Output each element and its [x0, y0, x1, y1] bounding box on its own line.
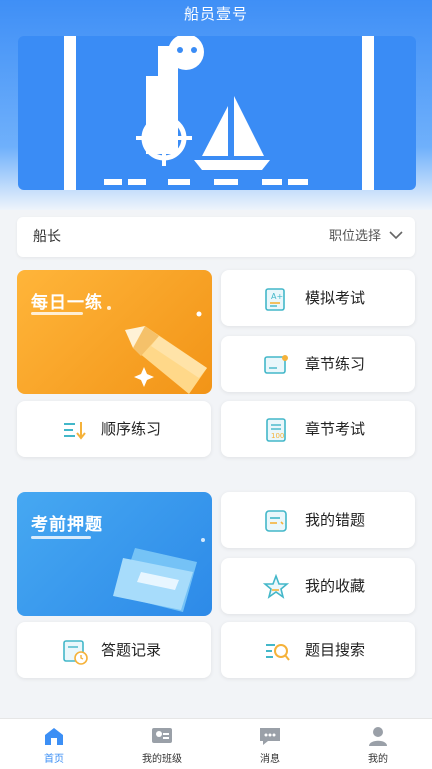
record-clock-icon	[63, 640, 88, 665]
answer-record-button[interactable]: 答题记录	[17, 622, 211, 678]
my-favorites-label: 我的收藏	[305, 577, 366, 595]
sequential-practice-label: 顺序练习	[101, 420, 162, 438]
svg-text:A+: A+	[271, 292, 283, 301]
tab-profile[interactable]: 我的	[324, 719, 432, 769]
tab-my-class-label: 我的班级	[142, 754, 182, 765]
position-select-label: 职位选择	[328, 229, 381, 244]
prediction-card[interactable]: 考前押题	[17, 492, 212, 616]
pencil-illustration	[31, 306, 207, 394]
chevron-down-icon	[389, 231, 403, 240]
question-search-label: 题目搜索	[305, 641, 366, 659]
star-icon	[263, 574, 289, 599]
chapter-exam-button[interactable]: 100 章节考试	[221, 401, 415, 457]
my-mistakes-button[interactable]: 我的错题	[221, 492, 415, 548]
daily-practice-card[interactable]: 每日一练	[17, 270, 212, 394]
tab-messages-label: 消息	[260, 754, 280, 765]
svg-text:100: 100	[271, 432, 284, 440]
sequential-practice-button[interactable]: 顺序练习	[17, 401, 211, 457]
my-mistakes-label: 我的错题	[305, 511, 366, 529]
banner-logo-illustration	[64, 36, 374, 190]
message-icon	[260, 728, 280, 745]
chapter-practice-label: 章节练习	[305, 355, 366, 373]
tab-messages[interactable]: 消息	[216, 719, 324, 769]
banner[interactable]	[18, 36, 416, 190]
exam-folder-illustration	[31, 536, 205, 612]
mock-exam-label: 模拟考试	[305, 289, 366, 307]
app-title: 船员壹号	[183, 5, 248, 23]
chapter-book-icon	[264, 355, 288, 374]
question-search-button[interactable]: 题目搜索	[221, 622, 415, 678]
current-rank: 船长	[33, 229, 61, 245]
sequence-list-icon	[64, 422, 86, 440]
test-sheet-icon: 100	[266, 418, 286, 442]
tab-home[interactable]: 首页	[0, 719, 108, 769]
bottom-tab-bar: 首页 我的班级 消息 我的	[0, 718, 432, 769]
class-icon	[152, 728, 172, 743]
my-favorites-button[interactable]: 我的收藏	[221, 558, 415, 614]
home-icon	[45, 728, 63, 745]
exam-paper-icon: A+	[265, 288, 285, 311]
rank-selector[interactable]: 船长 职位选择	[17, 217, 415, 257]
search-list-icon	[266, 644, 290, 661]
mistake-list-icon	[265, 510, 287, 532]
answer-record-label: 答题记录	[101, 641, 162, 659]
chapter-practice-button[interactable]: 章节练习	[221, 336, 415, 392]
tab-profile-label: 我的	[368, 754, 388, 765]
chapter-exam-label: 章节考试	[305, 420, 366, 438]
mock-exam-button[interactable]: A+ 模拟考试	[221, 270, 415, 326]
user-icon	[369, 727, 387, 746]
tab-my-class[interactable]: 我的班级	[108, 719, 216, 769]
tab-home-label: 首页	[44, 754, 64, 765]
